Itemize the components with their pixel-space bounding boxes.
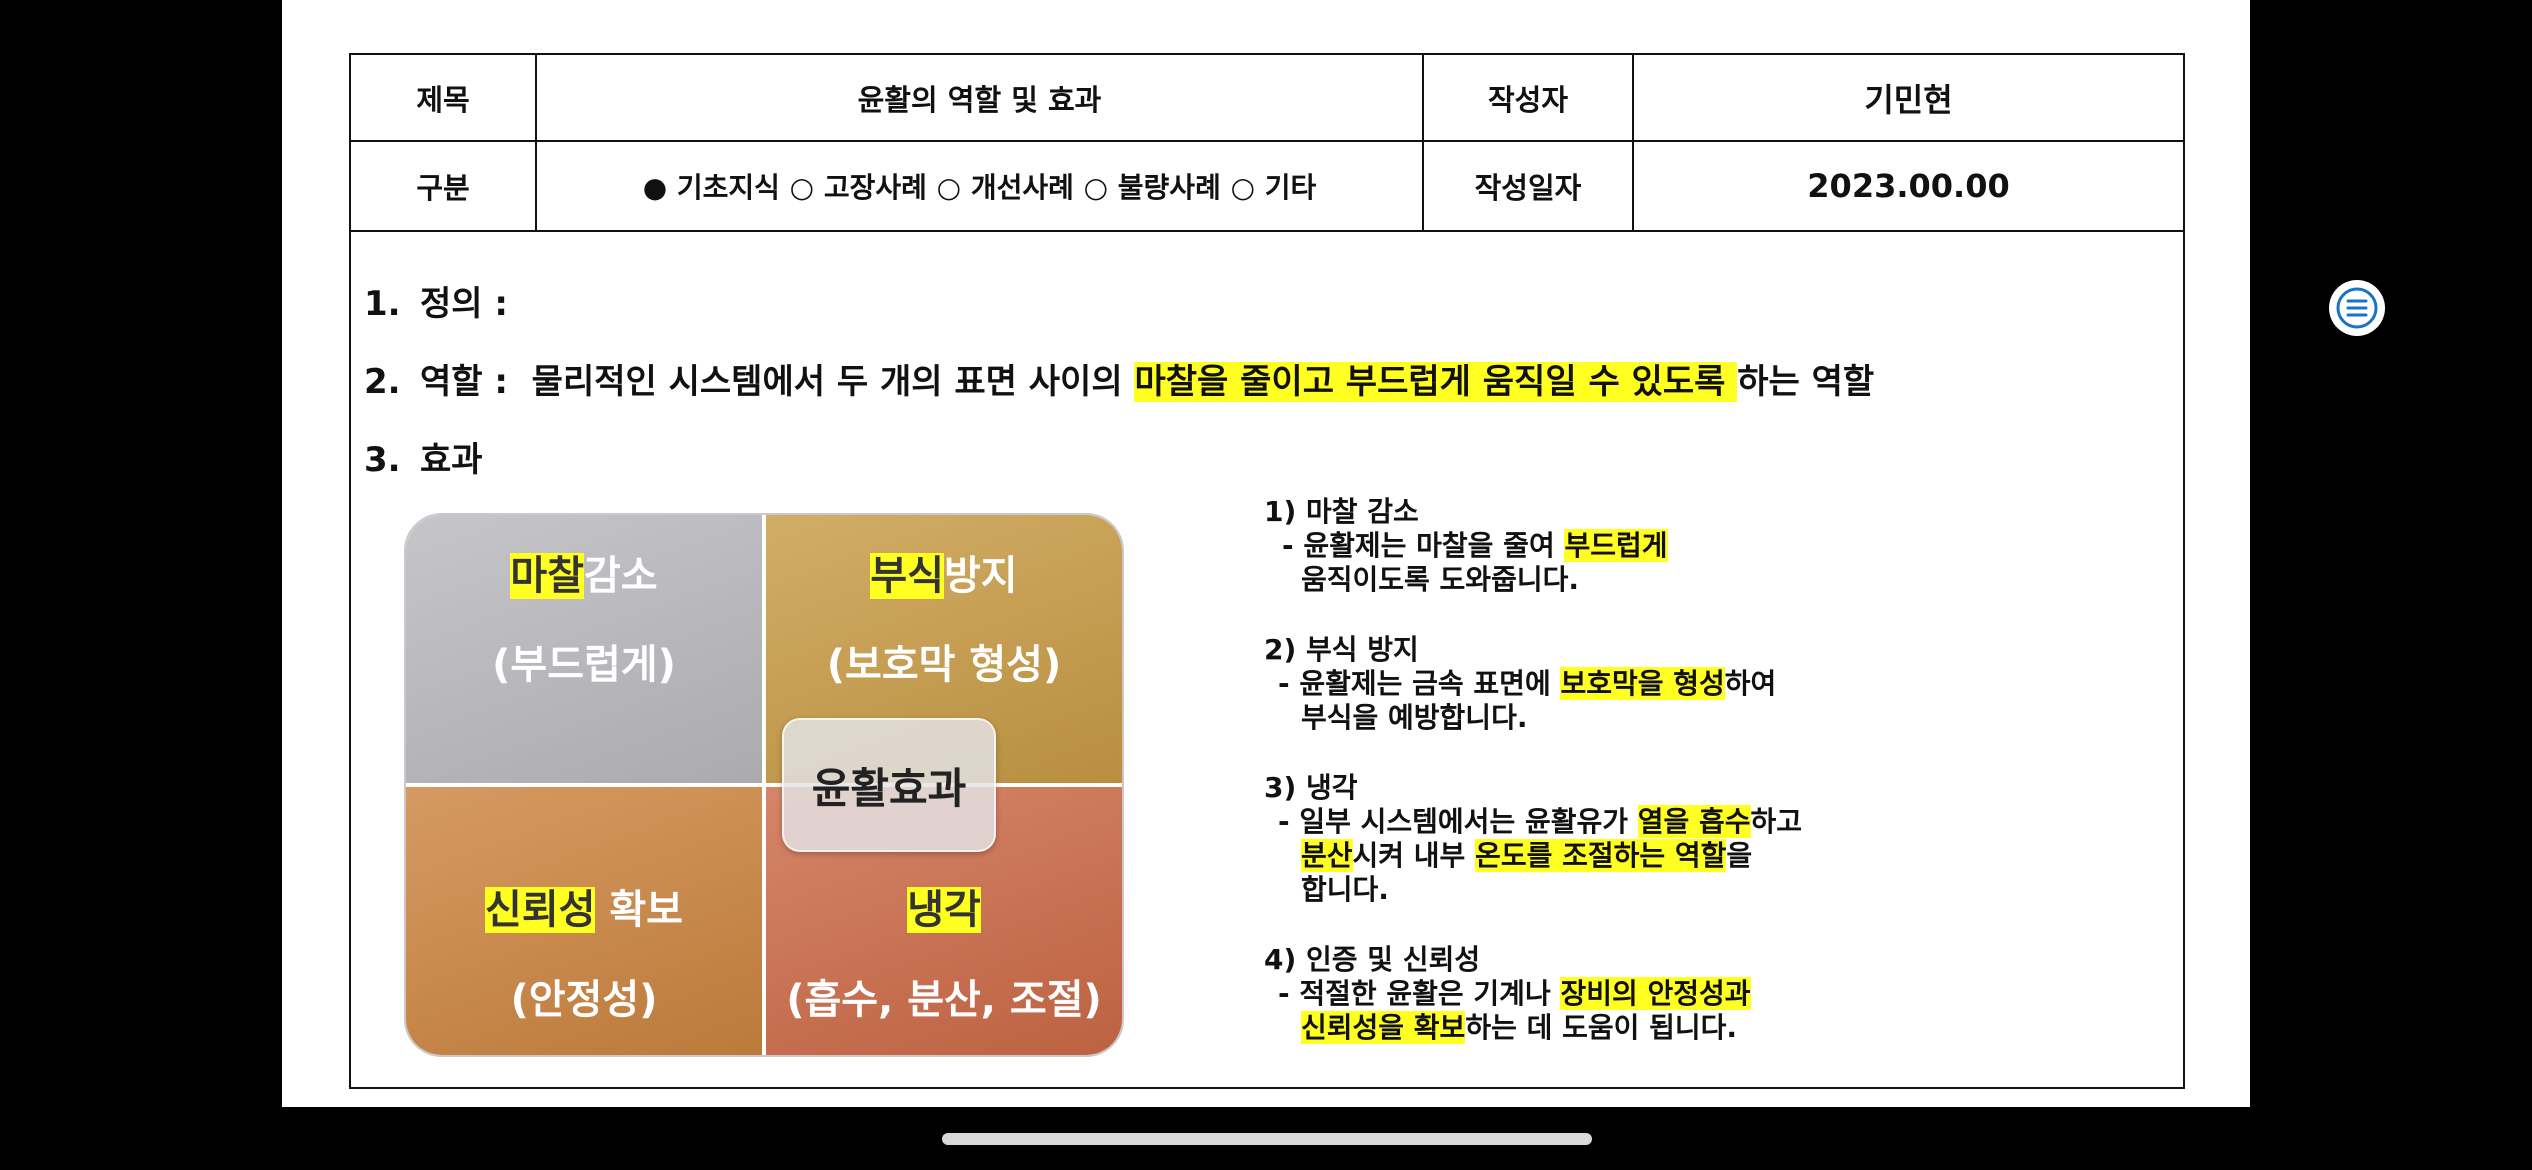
effect-text: 을 [1726, 839, 1753, 872]
quadrant-subtitle: (안정성) [510, 977, 658, 1023]
effect-text: 하고 [1750, 805, 1803, 838]
author-label: 작성자 [1487, 82, 1569, 117]
center-label: 윤활효과 [782, 718, 996, 852]
section-role: 2. 역할 : 물리적인 시스템에서 두 개의 표면 사이의 마찰을 줄이고 부드… [364, 354, 1874, 403]
section-effects: 3. 효과 [364, 432, 483, 481]
section-heading: 효과 [420, 440, 483, 480]
home-indicator[interactable] [942, 1133, 1592, 1145]
menu-lines-icon [2336, 287, 2378, 329]
effect-2-line-2: 부식을 예방합니다. [1301, 701, 1528, 734]
title-label: 제목 [416, 82, 470, 117]
quadrant-friction: 마찰감소 (부드럽게) [406, 515, 762, 783]
effect-text: 하는 데 도움이 됩니다. [1465, 1011, 1738, 1044]
quadrant-title: 마찰감소 [406, 543, 762, 601]
role-text-end: 하는 역할 [1737, 362, 1875, 402]
role-highlight: 마찰을 줄이고 부드럽게 움직일 수 있도록 [1134, 362, 1738, 402]
table-border-bottom [349, 1087, 2185, 1089]
quadrant-title: 냉각 [766, 877, 1122, 935]
quadrant-title-highlight: 마찰 [510, 553, 584, 599]
quadrant-title-rest: 방지 [944, 553, 1018, 599]
quadrant-title-rest: 확보 [595, 887, 683, 933]
table-header-bottom [349, 230, 2185, 232]
date-label: 작성일자 [1474, 171, 1582, 205]
category-options: ● 기초지식 ○ 고장사례 ○ 개선사례 ○ 불량사례 ○ 기타 [642, 171, 1317, 204]
section-heading: 정의 : [420, 284, 508, 324]
effect-highlight: 신뢰성을 확보 [1301, 1011, 1466, 1044]
effect-highlight: 부드럽게 [1564, 529, 1668, 562]
effect-text: 하여 [1724, 667, 1777, 700]
section-number: 2. [364, 362, 401, 402]
quadrant-subtitle: (흡수, 분산, 조절) [786, 977, 1102, 1023]
menu-button[interactable] [2329, 280, 2385, 336]
effect-highlight: 온도를 조절하는 역할 [1475, 839, 1727, 872]
document-page: 제목 윤활의 역할 및 효과 작성자 기민현 구분 ● 기초지식 ○ 고장사례 … [282, 0, 2250, 1107]
table-border-right [2183, 53, 2185, 1089]
quadrant-title: 부식방지 [766, 543, 1122, 601]
quadrant-subtitle: (보호막 형성) [826, 642, 1062, 688]
section-definition: 1. 정의 : [364, 276, 508, 325]
quadrant-title-rest: 감소 [584, 553, 658, 599]
role-text: 역할 : 물리적인 시스템에서 두 개의 표면 사이의 [420, 362, 1135, 402]
section-number: 1. [364, 284, 401, 324]
quadrant-reliability: 신뢰성 확보 (안정성) [406, 787, 762, 1055]
quadrant-title-highlight: 신뢰성 [485, 887, 596, 933]
lubrication-effects-diagram: 마찰감소 (부드럽게) 부식방지 (보호막 형성) 신뢰성 확보 (안정성) 냉… [404, 513, 1124, 1057]
effect-3-line-3: 합니다. [1301, 873, 1389, 906]
quadrant-title-highlight: 부식 [870, 553, 944, 599]
quadrant-title-highlight: 냉각 [907, 887, 981, 933]
section-number: 3. [364, 440, 401, 480]
effect-highlight: 보호막을 형성 [1560, 667, 1725, 700]
quadrant-title: 신뢰성 확보 [406, 877, 762, 935]
category-label: 구분 [416, 171, 470, 205]
effect-1-line-2: 움직이도록 도와줍니다. [1301, 563, 1579, 596]
date-value: 2023.00.00 [1807, 167, 2010, 205]
quadrant-subtitle: (부드럽게) [492, 642, 676, 688]
author-value: 기민현 [1864, 80, 1953, 119]
title-value: 윤활의 역할 및 효과 [857, 82, 1102, 117]
effect-4-line-2: 신뢰성을 확보하는 데 도움이 됩니다. [1301, 1006, 1737, 1046]
